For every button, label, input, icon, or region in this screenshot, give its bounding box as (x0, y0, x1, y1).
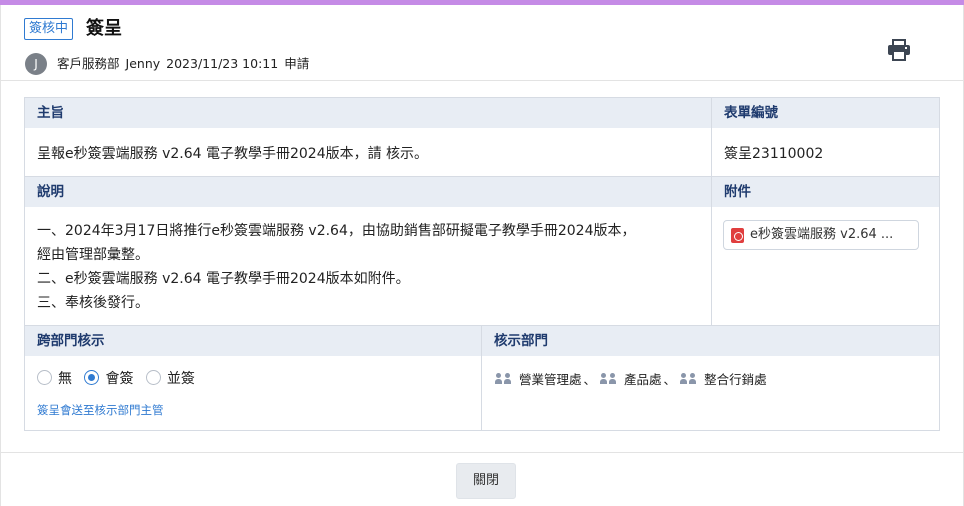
form-number-header: 表單編號 (712, 98, 939, 128)
dept-item: 整合行銷處 (704, 372, 767, 387)
dialog-header: 簽核中 簽呈 J 客戶服務部 Jenny 2023/11/23 10:11 申請 (0, 5, 964, 81)
radio-countersign-label: 會簽 (105, 371, 134, 387)
applicant-department: 客戶服務部 (57, 56, 120, 71)
print-button[interactable] (884, 37, 914, 63)
close-button[interactable]: 關閉 (456, 463, 516, 499)
users-icon (680, 373, 698, 385)
cross-dept-header: 跨部門核示 (25, 326, 481, 356)
printer-icon (888, 39, 910, 61)
attachment-header: 附件 (712, 177, 939, 207)
description-line: 三、奉核後發行。 (37, 295, 149, 311)
cross-dept-radio-group: 無 會簽 並簽 (37, 368, 203, 388)
description-line: 二、e秒簽雲端服務 v2.64 電子教學手冊2024版本如附件。 (37, 271, 410, 287)
form-sheet: 主旨 表單編號 呈報e秒簽雲端服務 v2.64 電子教學手冊2024版本，請 核… (24, 97, 940, 431)
attachment-name: e秒簽雲端服務 v2.64 ... (750, 227, 894, 242)
subject-text: 呈報e秒簽雲端服務 v2.64 電子教學手冊2024版本，請 核示。 (37, 146, 429, 162)
page-title: 簽呈 (86, 18, 122, 39)
avatar: J (25, 53, 47, 75)
dept-item: 營業管理處 (519, 372, 582, 387)
radio-parallel-sign[interactable] (145, 370, 161, 385)
attachment-link[interactable]: e秒簽雲端服務 v2.64 ... (723, 220, 919, 250)
apply-action: 申請 (284, 56, 310, 71)
dialog-footer: 關閉 (0, 452, 964, 506)
approve-dept-header: 核示部門 (482, 326, 939, 356)
radio-none[interactable] (37, 370, 52, 385)
radio-none-label: 無 (58, 371, 72, 387)
dept-item: 產品處 (624, 372, 662, 387)
users-icon (495, 373, 513, 385)
applicant-meta: 客戶服務部 Jenny 2023/11/23 10:11 申請 (57, 54, 315, 74)
apply-datetime: 2023/11/23 10:11 (166, 56, 279, 71)
description-text: 一、2024年3月17日將推行e秒簽雲端服務 v2.64，由協助銷售部研擬電子教… (37, 219, 707, 315)
description-line: 經由管理部彙整。 (37, 247, 149, 263)
radio-countersign[interactable] (84, 370, 100, 385)
description-line: 一、2024年3月17日將推行e秒簽雲端服務 v2.64，由協助銷售部研擬電子教… (37, 223, 636, 239)
status-badge: 簽核中 (24, 18, 74, 40)
users-icon (600, 373, 618, 385)
form-number-value: 簽呈23110002 (724, 146, 824, 162)
radio-parallel-sign-label: 並簽 (166, 371, 195, 387)
applicant-name: Jenny (125, 56, 161, 71)
cross-dept-note-link[interactable]: 簽呈會送至核示部門主管 (37, 402, 164, 418)
description-header: 說明 (25, 177, 711, 207)
approve-dept-list: 營業管理處、產品處、整合行銷處 (495, 372, 767, 388)
subject-header: 主旨 (25, 98, 711, 128)
pdf-file-icon (731, 228, 744, 243)
